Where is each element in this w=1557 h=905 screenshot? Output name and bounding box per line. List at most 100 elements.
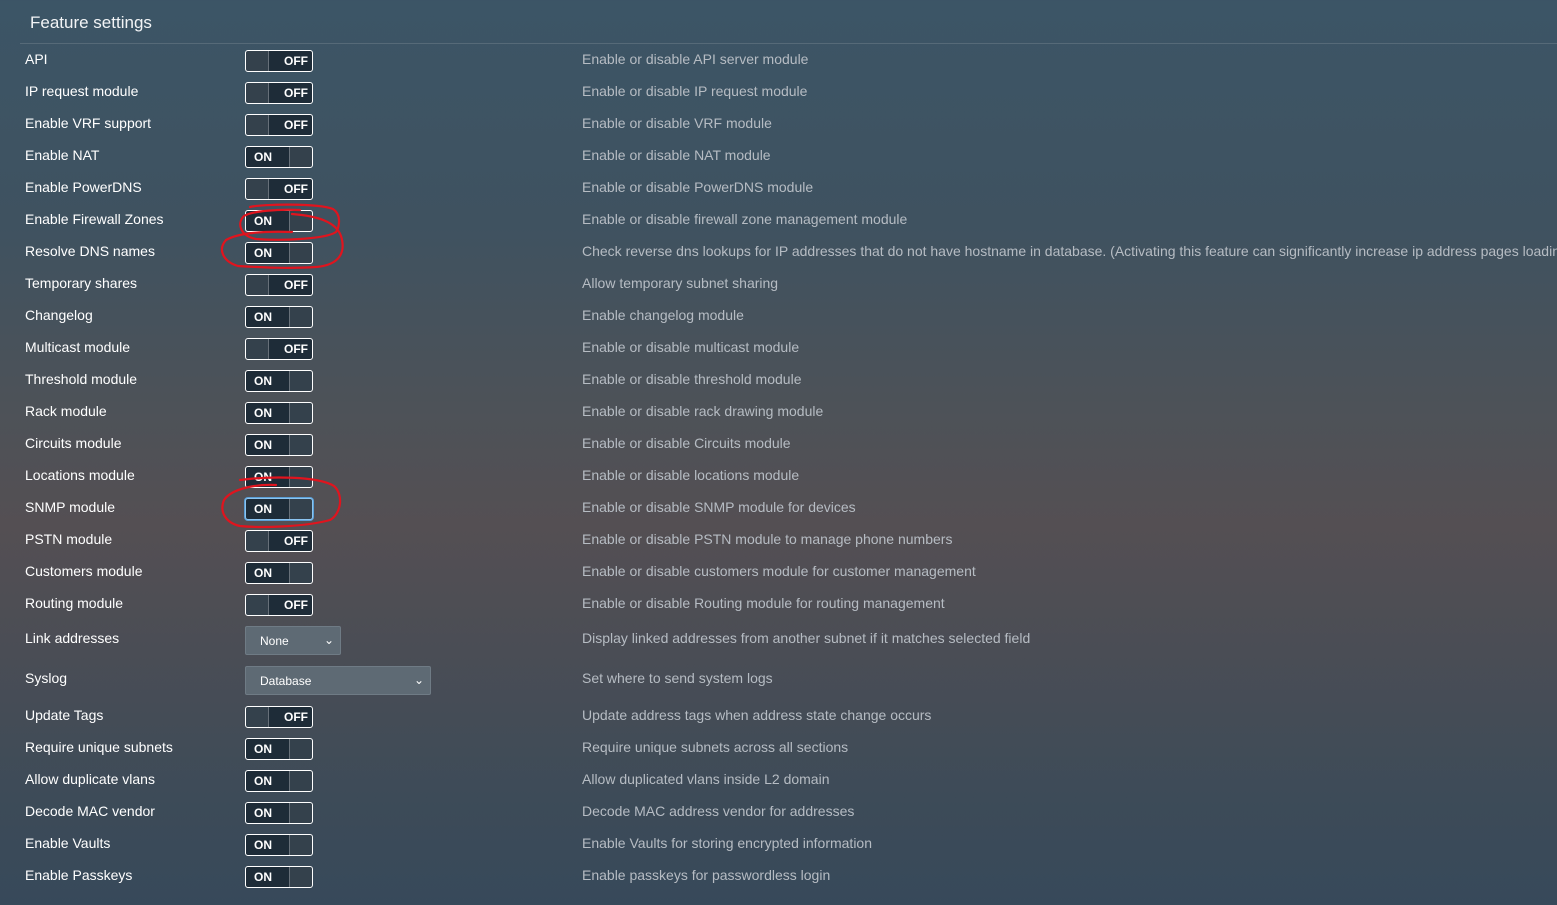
toggle-handle bbox=[246, 339, 269, 359]
toggle-handle bbox=[246, 595, 269, 615]
routing-module-toggle[interactable]: OFF bbox=[245, 594, 313, 616]
setting-row-enable-vrf-support: Enable VRF support OFF Enable or disable V… bbox=[0, 108, 1557, 140]
setting-description: Require unique subnets across all sectio… bbox=[582, 739, 849, 755]
setting-description: Enable Vaults for storing encrypted info… bbox=[582, 835, 873, 851]
temporary-shares-toggle[interactable]: OFF bbox=[245, 274, 313, 296]
api-toggle[interactable]: OFF bbox=[245, 50, 313, 72]
setting-row-threshold-module: Threshold module ON Enable or disable thre… bbox=[0, 364, 1557, 396]
setting-label: API bbox=[25, 51, 48, 67]
setting-description: Set where to send system logs bbox=[582, 670, 773, 686]
toggle-handle bbox=[289, 307, 312, 327]
setting-label: Enable Vaults bbox=[25, 835, 111, 851]
toggle-state-text: OFF bbox=[284, 182, 308, 196]
ip-request-module-toggle[interactable]: OFF bbox=[245, 82, 313, 104]
setting-row-enable-vaults: Enable Vaults ON Enable Vaults for storing… bbox=[0, 828, 1557, 860]
setting-label: Enable Firewall Zones bbox=[25, 211, 164, 227]
enable-firewall-zones-toggle[interactable]: ON bbox=[245, 210, 313, 232]
setting-label: Rack module bbox=[25, 403, 107, 419]
toggle-state-text: OFF bbox=[284, 342, 308, 356]
setting-label: Syslog bbox=[25, 670, 68, 686]
toggle-handle bbox=[289, 563, 312, 583]
setting-row-enable-firewall-zones: Enable Firewall Zones ON Enable or disable… bbox=[0, 204, 1557, 236]
setting-description: Update address tags when address state c… bbox=[582, 707, 932, 723]
toggle-state-text: ON bbox=[254, 742, 272, 756]
setting-row-multicast-module: Multicast module OFF Enable or disable mul… bbox=[0, 332, 1557, 364]
setting-row-customers-module: Customers module ON Enable or disable cust… bbox=[0, 556, 1557, 588]
syslog-select[interactable]: Database ⌄ bbox=[245, 666, 431, 695]
toggle-state-text: OFF bbox=[284, 54, 308, 68]
toggle-state-text: ON bbox=[254, 502, 272, 516]
link-addresses-select[interactable]: None ⌄ bbox=[245, 626, 341, 655]
setting-label: Enable PowerDNS bbox=[25, 179, 142, 195]
toggle-handle bbox=[289, 739, 312, 759]
resolve-dns-names-toggle[interactable]: ON bbox=[245, 242, 313, 264]
setting-row-decode-mac-vendor: Decode MAC vendor ON Decode MAC address ve… bbox=[0, 796, 1557, 828]
toggle-state-text: ON bbox=[254, 246, 272, 260]
toggle-handle bbox=[246, 115, 269, 135]
setting-row-enable-nat: Enable NAT ON Enable or disable NAT module bbox=[0, 140, 1557, 172]
toggle-state-text: ON bbox=[254, 438, 272, 452]
toggle-state-text: OFF bbox=[284, 710, 308, 724]
setting-row-circuits-module: Circuits module ON Enable or disable Circu… bbox=[0, 428, 1557, 460]
setting-label: Update Tags bbox=[25, 707, 104, 723]
toggle-handle bbox=[246, 531, 269, 551]
setting-description: Enable or disable locations module bbox=[582, 467, 800, 483]
setting-label: Locations module bbox=[25, 467, 135, 483]
enable-vrf-support-toggle[interactable]: OFF bbox=[245, 114, 313, 136]
enable-vaults-toggle[interactable]: ON bbox=[245, 834, 313, 856]
customers-module-toggle[interactable]: ON bbox=[245, 562, 313, 584]
setting-description: Check reverse dns lookups for IP address… bbox=[582, 243, 1557, 259]
locations-module-toggle[interactable]: ON bbox=[245, 466, 313, 488]
enable-powerdns-toggle[interactable]: OFF bbox=[245, 178, 313, 200]
setting-row-routing-module: Routing module OFF Enable or disable Routi… bbox=[0, 588, 1557, 620]
toggle-state-text: ON bbox=[254, 774, 272, 788]
setting-description: Enable changelog module bbox=[582, 307, 744, 323]
circuits-module-toggle[interactable]: ON bbox=[245, 434, 313, 456]
changelog-toggle[interactable]: ON bbox=[245, 306, 313, 328]
require-unique-subnets-toggle[interactable]: ON bbox=[245, 738, 313, 760]
setting-row-temporary-shares: Temporary shares OFF Allow temporary subne… bbox=[0, 268, 1557, 300]
snmp-module-toggle[interactable]: ON bbox=[245, 498, 313, 520]
setting-row-allow-duplicate-vlans: Allow duplicate vlans ON Allow duplicated … bbox=[0, 764, 1557, 796]
multicast-module-toggle[interactable]: OFF bbox=[245, 338, 313, 360]
setting-label: Changelog bbox=[25, 307, 93, 323]
decode-mac-vendor-toggle[interactable]: ON bbox=[245, 802, 313, 824]
setting-row-update-tags: Update Tags OFF Update address tags when a… bbox=[0, 700, 1557, 732]
threshold-module-toggle[interactable]: ON bbox=[245, 370, 313, 392]
setting-description: Enable or disable firewall zone manageme… bbox=[582, 211, 908, 227]
enable-passkeys-toggle[interactable]: ON bbox=[245, 866, 313, 888]
setting-label: Temporary shares bbox=[25, 275, 138, 291]
setting-description: Enable or disable VRF module bbox=[582, 115, 772, 131]
setting-description: Enable or disable Circuits module bbox=[582, 435, 791, 451]
settings-list: API OFF Enable or disable API server modul… bbox=[0, 44, 1557, 892]
setting-description: Enable or disable SNMP module for device… bbox=[582, 499, 856, 515]
rack-module-toggle[interactable]: ON bbox=[245, 402, 313, 424]
update-tags-toggle[interactable]: OFF bbox=[245, 706, 313, 728]
setting-label: Enable NAT bbox=[25, 147, 100, 163]
toggle-state-text: ON bbox=[254, 806, 272, 820]
setting-row-snmp-module: SNMP module ON Enable or disable SNMP modu… bbox=[0, 492, 1557, 524]
toggle-state-text: ON bbox=[254, 214, 272, 228]
toggle-state-text: ON bbox=[254, 870, 272, 884]
setting-label: PSTN module bbox=[25, 531, 113, 547]
chevron-down-icon: ⌄ bbox=[413, 673, 424, 687]
toggle-state-text: ON bbox=[254, 838, 272, 852]
setting-description: Display linked addresses from another su… bbox=[582, 630, 1031, 646]
setting-label: Require unique subnets bbox=[25, 739, 173, 755]
enable-nat-toggle[interactable]: ON bbox=[245, 146, 313, 168]
toggle-handle bbox=[289, 147, 312, 167]
setting-row-syslog: Syslog Database ⌄ Set where to send system … bbox=[0, 660, 1557, 700]
toggle-handle bbox=[289, 467, 312, 487]
toggle-state-text: ON bbox=[254, 150, 272, 164]
toggle-state-text: ON bbox=[254, 470, 272, 484]
setting-label: SNMP module bbox=[25, 499, 116, 515]
setting-row-changelog: Changelog ON Enable changelog module bbox=[0, 300, 1557, 332]
setting-label: Allow duplicate vlans bbox=[25, 771, 155, 787]
toggle-state-text: ON bbox=[254, 566, 272, 580]
pstn-module-toggle[interactable]: OFF bbox=[245, 530, 313, 552]
toggle-handle bbox=[246, 707, 269, 727]
setting-row-link-addresses: Link addresses None ⌄ Display linked addres… bbox=[0, 620, 1557, 660]
toggle-handle bbox=[246, 179, 269, 199]
setting-label: Enable VRF support bbox=[25, 115, 152, 131]
allow-duplicate-vlans-toggle[interactable]: ON bbox=[245, 770, 313, 792]
